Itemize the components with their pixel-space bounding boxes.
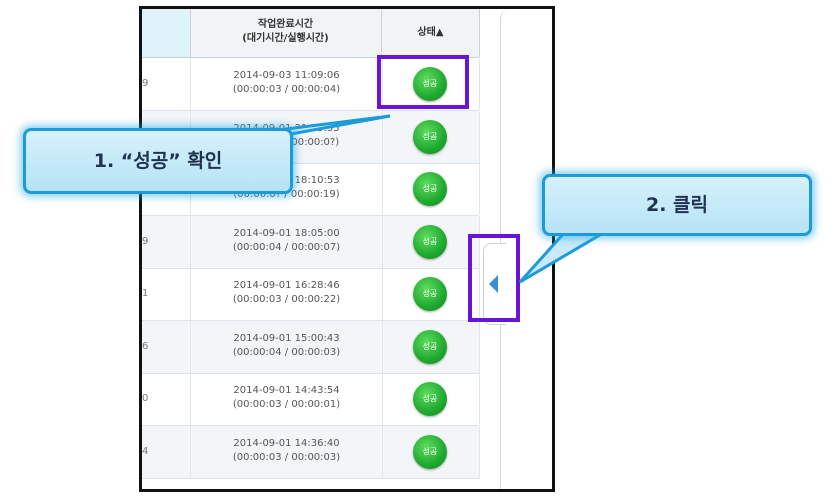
callout-2-pointer	[518, 230, 611, 284]
callout-step-1: 1. “성공” 확인	[23, 128, 293, 194]
callout-step-2: 2. 클릭	[542, 174, 812, 236]
callout-pointers	[229, 114, 611, 284]
